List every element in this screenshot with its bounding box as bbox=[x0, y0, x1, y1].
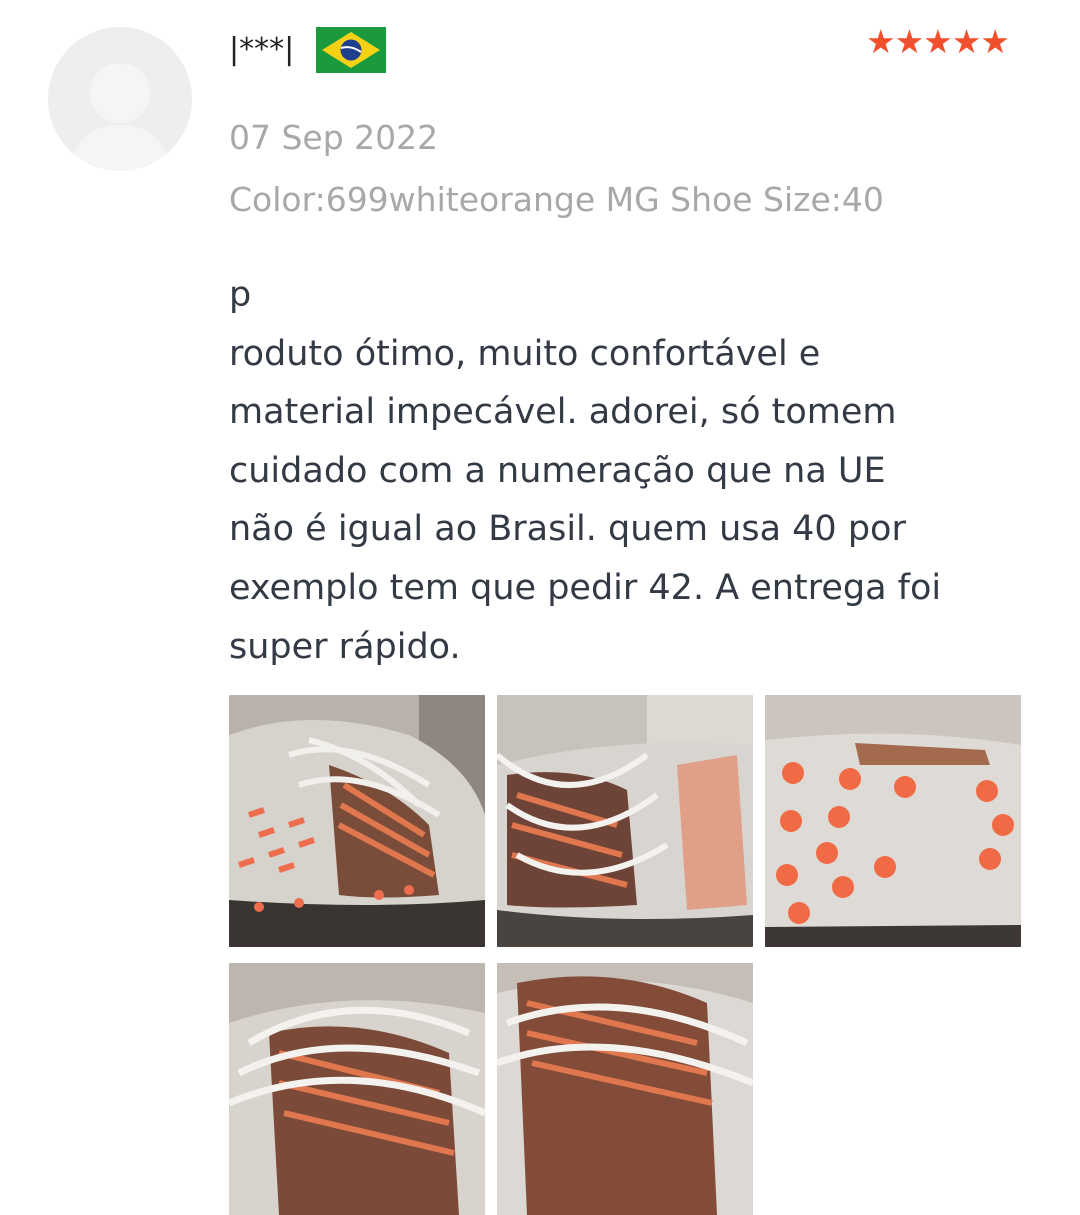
shoe-photo-icon bbox=[229, 695, 485, 947]
shoe-photo-icon bbox=[229, 963, 485, 1215]
review-line: exemplo tem que pedir 42. A entrega foi bbox=[229, 567, 942, 608]
review-photo-4[interactable] bbox=[229, 963, 485, 1215]
reviewer-name: |***| bbox=[229, 32, 295, 67]
shoe-photo-icon bbox=[497, 695, 753, 947]
review-line: cuidado com a numeração que na UE bbox=[229, 450, 886, 491]
review-photo-5[interactable] bbox=[497, 963, 753, 1215]
product-variant: Color:699whiteorange MG Shoe Size:40 bbox=[229, 180, 884, 219]
rating-stars: ★★★★★ bbox=[866, 22, 1010, 61]
review-line: p bbox=[229, 275, 252, 315]
review-line: super rápido. bbox=[229, 626, 461, 667]
review-line: roduto ótimo, muito confortável e bbox=[229, 333, 821, 374]
brazil-flag-icon bbox=[316, 27, 386, 73]
review-line: material impecável. adorei, só tomem bbox=[229, 392, 897, 433]
shoe-photo-icon bbox=[497, 963, 753, 1215]
review-photo-1[interactable] bbox=[229, 695, 485, 947]
review-line: não é igual ao Brasil. quem usa 40 por bbox=[229, 509, 906, 550]
review-text: p roduto ótimo, muito confortável e mate… bbox=[229, 266, 1049, 676]
review-photo-2[interactable] bbox=[497, 695, 753, 947]
review-photo-3[interactable] bbox=[765, 695, 1021, 947]
shoe-photo-icon bbox=[765, 695, 1021, 947]
default-avatar-icon bbox=[48, 27, 192, 171]
reviewer-avatar[interactable] bbox=[48, 27, 192, 171]
review-date: 07 Sep 2022 bbox=[229, 118, 439, 157]
